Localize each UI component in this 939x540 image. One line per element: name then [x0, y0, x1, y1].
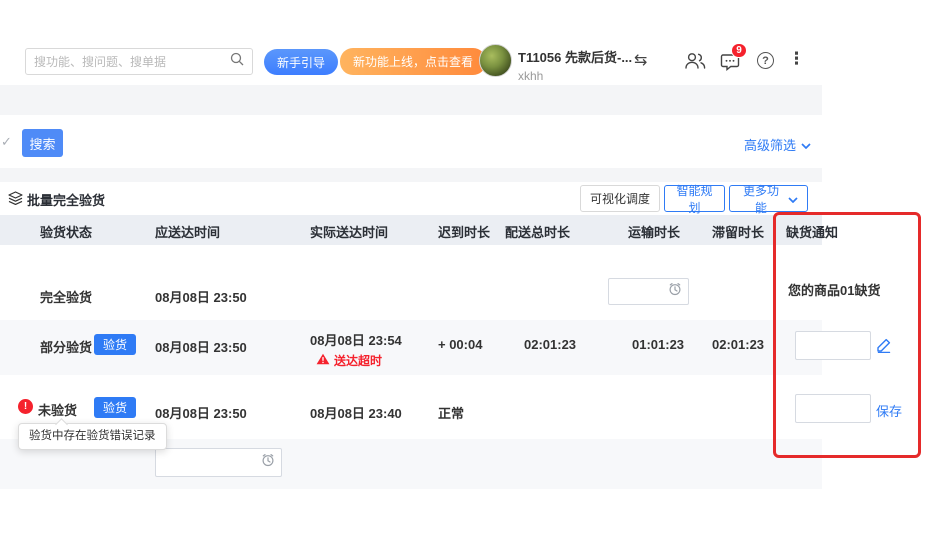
actual-time: 08月08日 23:54	[310, 330, 402, 349]
account-id: xkhh	[518, 69, 632, 83]
message-count-badge: 9	[731, 43, 747, 58]
advanced-filter-label: 高级筛选	[744, 135, 796, 154]
col-header-expected: 应送达时间	[155, 222, 220, 241]
warning-triangle-icon	[316, 353, 330, 368]
status-label: 部分验货	[40, 337, 92, 356]
layers-icon	[8, 191, 23, 210]
error-tooltip: 验货中存在验货错误记录	[18, 423, 167, 450]
error-indicator-icon: !	[18, 399, 33, 414]
account-info[interactable]: T11056 先款后货-... xkhh	[518, 47, 632, 83]
stockout-notice-input[interactable]	[795, 394, 871, 423]
expected-time-input[interactable]	[155, 448, 282, 477]
global-search-input[interactable]	[34, 55, 230, 69]
more-functions-label: 更多功能	[739, 182, 783, 216]
more-menu-icon[interactable]: ⋮	[788, 49, 805, 69]
smart-planning-button[interactable]: 智能规划	[664, 185, 725, 212]
clock-icon[interactable]	[261, 453, 275, 472]
search-icon[interactable]	[230, 52, 244, 71]
status-label: 未验货	[38, 400, 77, 419]
contacts-icon[interactable]	[684, 52, 707, 75]
col-header-actual: 实际送达时间	[310, 222, 388, 241]
save-link[interactable]: 保存	[876, 401, 902, 420]
clock-icon[interactable]	[668, 282, 682, 301]
table-row	[0, 245, 822, 320]
col-header-stay: 滞留时长	[712, 222, 764, 241]
status-label: 完全验货	[40, 287, 92, 306]
app-window: 新手引导 新功能上线，点击查看 T11056 先款后货-... xkhh ⇆ 9…	[0, 0, 939, 540]
search-button[interactable]: 搜索	[22, 129, 63, 157]
help-icon[interactable]: ?	[757, 52, 774, 69]
actual-time: 08月08日 23:40	[310, 403, 402, 422]
advanced-filter-link[interactable]: 高级筛选	[744, 135, 811, 154]
stockout-notice-input[interactable]	[795, 331, 871, 360]
transport-time-input[interactable]	[608, 278, 689, 305]
overdue-warning-label: 送达超时	[334, 352, 382, 369]
account-name: T11056 先款后货-...	[518, 47, 632, 66]
col-header-stockout: 缺货通知	[786, 222, 838, 241]
col-header-late: 迟到时长	[438, 222, 490, 241]
switch-account-icon[interactable]: ⇆	[634, 50, 647, 70]
check-icon: ✓	[1, 134, 12, 150]
col-header-status: 验货状态	[40, 222, 92, 241]
avatar[interactable]	[479, 44, 512, 77]
new-feature-button[interactable]: 新功能上线，点击查看	[340, 48, 486, 75]
expected-time: 08月08日 23:50	[155, 337, 247, 356]
chevron-down-icon	[801, 137, 811, 152]
expected-time: 08月08日 23:50	[155, 287, 247, 306]
total-duration: 02:01:23	[524, 337, 576, 352]
divider-band	[0, 85, 822, 115]
more-functions-button[interactable]: 更多功能	[729, 185, 808, 212]
late-duration: + 00:04	[438, 337, 482, 352]
inspect-button[interactable]: 验货	[94, 334, 136, 355]
beginner-guide-button[interactable]: 新手引导	[264, 49, 338, 75]
col-header-transport: 运输时长	[628, 222, 680, 241]
global-search[interactable]	[25, 48, 253, 75]
stockout-notice-input-field[interactable]	[802, 339, 864, 353]
inspect-button[interactable]: 验货	[94, 397, 136, 418]
transport-time-input-field[interactable]	[615, 285, 668, 299]
stay-duration: 02:01:23	[712, 337, 764, 352]
overdue-warning: 送达超时	[316, 352, 382, 369]
chevron-down-icon	[788, 192, 798, 206]
expected-time: 08月08日 23:50	[155, 403, 247, 422]
stockout-notice-text: 您的商品01缺货	[788, 280, 880, 299]
expected-time-input-field[interactable]	[162, 456, 261, 470]
visual-dispatch-button[interactable]: 可视化调度	[580, 185, 660, 212]
stockout-notice-input-field[interactable]	[802, 402, 864, 416]
transport-duration: 01:01:23	[632, 337, 684, 352]
divider-band	[0, 168, 822, 182]
col-header-total: 配送总时长	[505, 222, 570, 241]
table-header	[0, 215, 822, 245]
late-status: 正常	[438, 403, 464, 422]
edit-pencil-icon[interactable]	[876, 337, 892, 358]
section-title: 批量完全验货	[27, 190, 105, 209]
